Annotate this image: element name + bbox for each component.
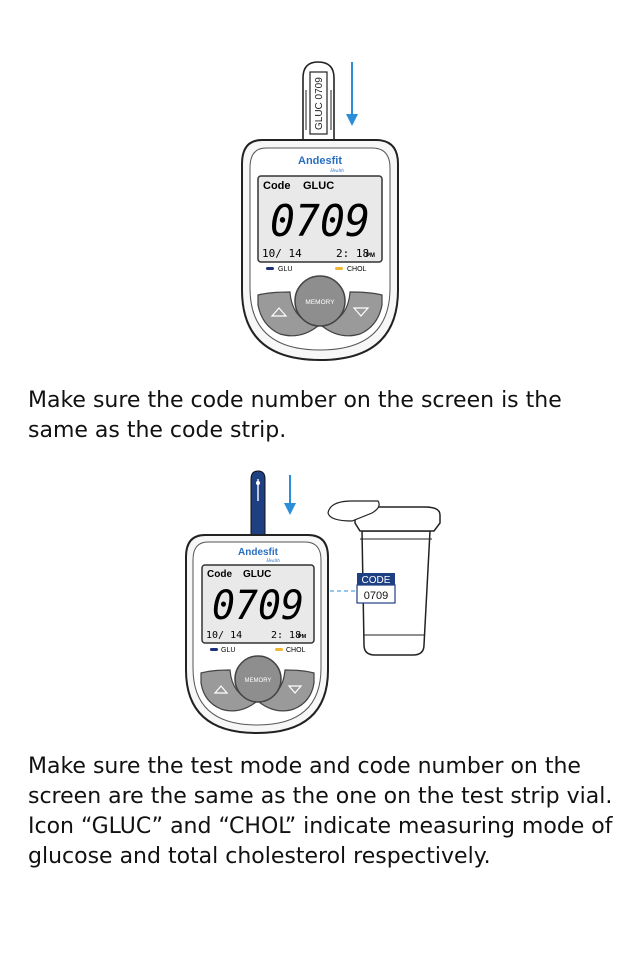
vial-label-top: CODE — [362, 575, 391, 586]
test-strip — [250, 470, 266, 536]
screen-code-label: Code — [263, 180, 291, 192]
figure-test-strip-vial: Andesfit Health Code GLUC 0709 10/ 14 2:… — [0, 455, 640, 755]
screen-code-number: 0709 — [212, 583, 304, 629]
brand-sub: Health — [265, 559, 280, 564]
instruction-1-line: same as the code strip. — [28, 418, 287, 443]
glu-indicator-icon — [210, 648, 218, 651]
screen-date: 10/ 14 — [206, 630, 242, 641]
screen-time: 2: 18 — [271, 630, 301, 641]
brand-sub: Health — [329, 169, 344, 174]
chol-indicator-icon — [275, 648, 283, 651]
screen-date: 10/ 14 — [262, 247, 302, 260]
chol-label: CHOL — [347, 266, 367, 273]
glucose-meter: Andesfit Health Code GLUC 0709 10/ 14 2:… — [241, 139, 399, 362]
memory-label: MEMORY — [305, 299, 335, 306]
glucose-meter: Andesfit Health Code GLUC 0709 10/ 14 2:… — [185, 534, 329, 735]
instruction-2-line: Make sure the test mode and code number … — [28, 754, 581, 779]
brand-logo: Andesfit — [238, 547, 279, 558]
vial-label-number: 0709 — [364, 590, 388, 602]
screen-code-label: Code — [207, 569, 232, 580]
instruction-2-line: screen are the same as the one on the te… — [28, 784, 613, 809]
screen-time: 2: 18 — [336, 247, 369, 260]
glu-label: GLU — [278, 266, 292, 273]
glu-indicator-icon — [266, 267, 274, 270]
test-strip-vial: CODE 0709 — [327, 500, 441, 656]
insert-arrow-icon — [284, 475, 296, 515]
chol-label: CHOL — [286, 647, 306, 654]
chol-indicator-icon — [335, 267, 343, 270]
instruction-1: Make sure the code number on the screen … — [28, 386, 628, 446]
instruction-1-line: Make sure the code number on the screen … — [28, 388, 562, 413]
memory-label: MEMORY — [245, 678, 272, 684]
brand-logo: Andesfit — [298, 155, 342, 167]
glu-label: GLU — [221, 647, 235, 654]
code-strip: GLUC 0709 — [302, 61, 335, 141]
code-strip-text: GLUC 0709 — [314, 77, 325, 130]
instruction-2-line: glucose and total cholesterol respective… — [28, 844, 491, 869]
screen-code-number: 0709 — [270, 196, 370, 247]
figure-code-strip: GLUC 0709 Andesfit Health Code GLUC 0709… — [0, 0, 640, 380]
instruction-2-line: Icon “GLUC” and “CHOL” indicate measurin… — [28, 814, 613, 839]
screen-ampm: PM — [298, 634, 307, 640]
insert-arrow-icon — [346, 62, 358, 126]
screen-mode: GLUC — [243, 569, 271, 580]
screen-ampm: PM — [366, 253, 375, 259]
screen-mode: GLUC — [303, 180, 334, 192]
instruction-2: Make sure the test mode and code number … — [28, 752, 628, 872]
